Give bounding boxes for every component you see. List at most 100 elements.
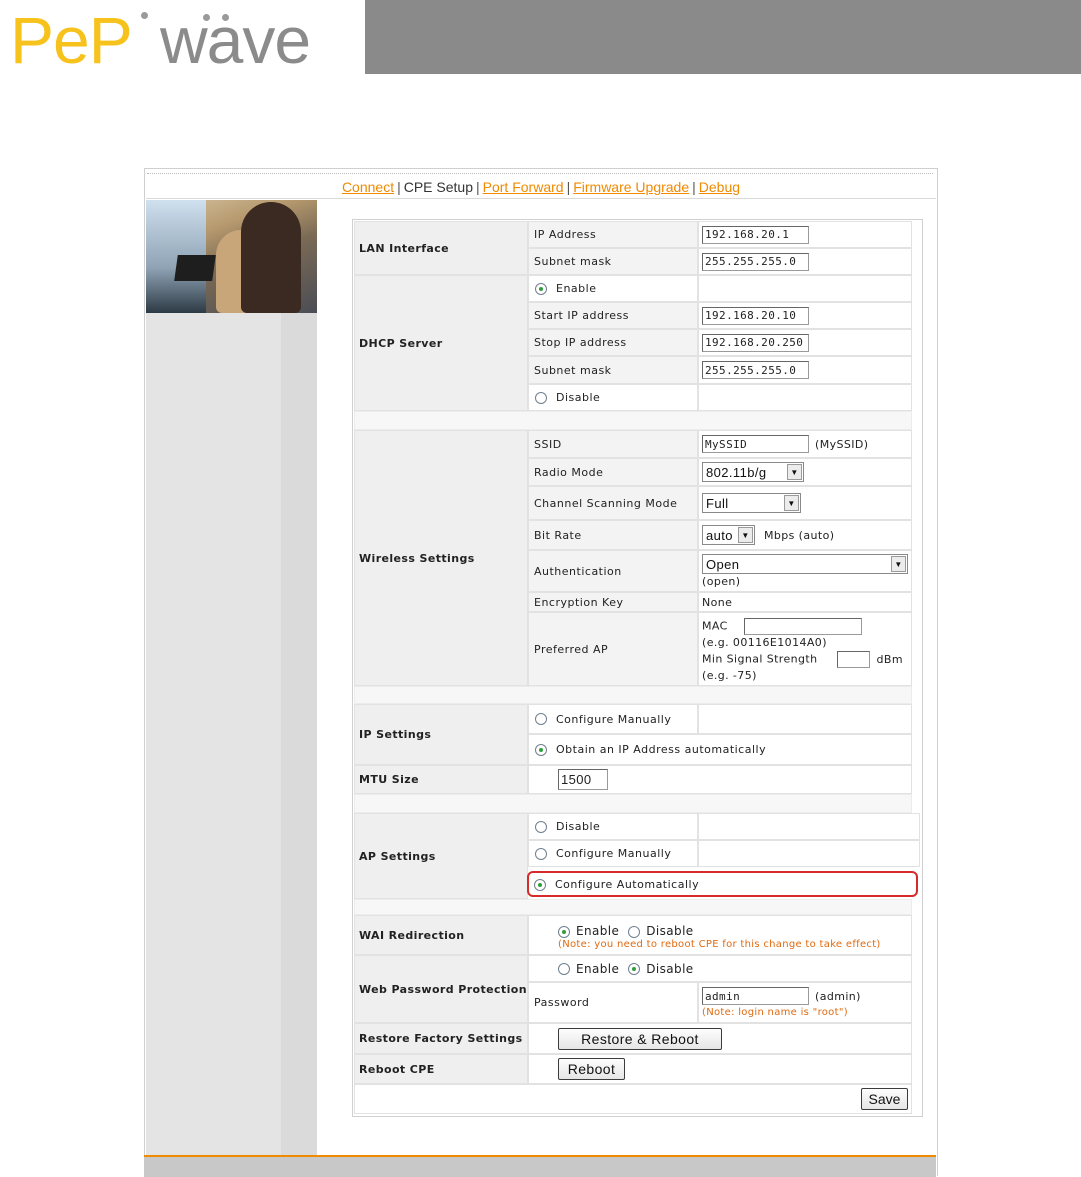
cpe-setup-panel: Connect | CPE Setup | Port Forward | Firmware … (144, 168, 938, 1176)
lan-ip-input[interactable]: 192.168.20.1 (702, 225, 809, 244)
authentication-hint: (open) (702, 575, 741, 588)
ssid-label: SSID (528, 430, 698, 458)
section-gap (354, 411, 912, 430)
ssid-input[interactable]: MySSID (702, 435, 809, 453)
channel-scanning-value: Full (706, 495, 729, 511)
nav-cpe-setup-current: CPE Setup (403, 179, 473, 195)
ip-manual-label: Configure Manually (556, 712, 672, 726)
header-bar (365, 0, 1081, 74)
bit-rate-select[interactable]: auto ▼ (702, 525, 755, 545)
web-pw-enable-label: Enable (576, 961, 620, 976)
nav-port-forward[interactable]: Port Forward (483, 179, 564, 195)
ip-auto-label: Obtain an IP Address automatically (556, 743, 767, 756)
encryption-key-value: None (698, 592, 912, 612)
wai-enable-label: Enable (576, 924, 620, 938)
people-photo (146, 200, 317, 313)
bit-rate-hint: Mbps (auto) (764, 528, 835, 542)
signal-hint: (e.g. -75) (702, 669, 757, 682)
nav-firmware-upgrade[interactable]: Firmware Upgrade (573, 179, 689, 195)
web-pw-enable-radio[interactable] (558, 962, 570, 975)
nav-divider (147, 173, 933, 174)
chevron-down-icon: ▼ (787, 464, 802, 480)
wai-disable-radio[interactable] (628, 925, 641, 938)
min-signal-label: Min Signal Strength (702, 652, 818, 666)
mac-label: MAC (702, 619, 728, 633)
password-input[interactable]: admin (702, 987, 809, 1005)
ip-auto-radio[interactable] (535, 743, 547, 756)
footer-bar (144, 1155, 936, 1177)
preferred-ap-label: Preferred AP (528, 612, 698, 686)
dhcp-enable-radio[interactable] (535, 282, 547, 295)
dhcp-enable-label: Enable (556, 282, 597, 295)
save-button[interactable]: Save (861, 1088, 908, 1110)
mac-input[interactable] (743, 618, 862, 635)
ap-manual-label: Configure Manually (556, 847, 672, 860)
dhcp-server-label: DHCP Server (354, 275, 528, 411)
ssid-hint: (MySSID) (815, 437, 869, 451)
bit-rate-value: auto (706, 527, 733, 543)
nav-separator: | (476, 179, 480, 195)
dhcp-subnet-input[interactable]: 255.255.255.0 (702, 361, 809, 379)
section-gap (354, 686, 912, 704)
section-gap (354, 899, 912, 915)
dhcp-subnet-label: Subnet mask (528, 356, 698, 384)
highlight-box (527, 871, 918, 897)
nav-divider (146, 198, 936, 199)
wai-redirection-label: WAI Redirection (354, 915, 528, 955)
lan-subnet-input[interactable]: 255.255.255.0 (702, 252, 809, 271)
nav-separator: | (692, 179, 696, 195)
section-gap (354, 794, 912, 813)
mtu-input[interactable]: 1500 (558, 769, 608, 790)
ip-manual-radio[interactable] (535, 713, 547, 725)
start-ip-label: Start IP address (528, 302, 698, 329)
reboot-button[interactable]: Reboot (558, 1058, 625, 1080)
logo-dot (141, 12, 148, 19)
wireless-settings-label: Wireless Settings (354, 430, 528, 686)
radio-mode-value: 802.11b/g (706, 464, 767, 480)
dhcp-stop-ip-input[interactable]: 192.168.20.250 (702, 333, 809, 352)
logo-pep-text: PeP (10, 3, 133, 77)
password-label: Password (528, 982, 698, 1023)
chevron-down-icon: ▼ (784, 495, 799, 511)
ap-settings-label: AP Settings (354, 813, 528, 899)
signal-unit: dBm (876, 652, 903, 666)
min-signal-input[interactable] (837, 651, 871, 668)
wai-note: (Note: you need to reboot CPE for this c… (558, 939, 881, 950)
authentication-select[interactable]: Open ▼ (702, 554, 908, 574)
photo-person (241, 202, 301, 313)
dhcp-start-ip-input[interactable]: 192.168.20.10 (702, 306, 809, 325)
restore-reboot-button[interactable]: Restore & Reboot (558, 1027, 722, 1050)
web-pw-disable-label: Disable (646, 961, 694, 976)
left-sidebar-strip (281, 313, 317, 1176)
web-pw-disable-radio[interactable] (628, 962, 641, 975)
ap-manual-radio[interactable] (535, 847, 547, 860)
ap-disable-label: Disable (556, 820, 601, 833)
channel-scanning-select[interactable]: Full ▼ (702, 493, 801, 513)
password-hint: (admin) (815, 989, 861, 1003)
chevron-down-icon: ▼ (738, 527, 753, 543)
encryption-key-label: Encryption Key (528, 592, 698, 612)
dhcp-disable-radio[interactable] (535, 391, 547, 404)
mac-hint: (e.g. 00116E1014A0) (702, 636, 827, 649)
password-note: (Note: login name is "root") (702, 1007, 848, 1018)
dhcp-disable-label: Disable (556, 391, 601, 404)
channel-scanning-label: Channel Scanning Mode (528, 486, 698, 520)
authentication-label: Authentication (528, 550, 698, 592)
wai-disable-label: Disable (646, 924, 694, 938)
nav-separator: | (566, 179, 571, 195)
photo-laptop (174, 255, 216, 281)
radio-mode-select[interactable]: 802.11b/g ▼ (702, 462, 804, 482)
restore-factory-label: Restore Factory Settings (354, 1023, 528, 1054)
subnet-mask-label: Subnet mask (528, 248, 698, 275)
nav-debug[interactable]: Debug (699, 179, 740, 195)
mtu-size-label: MTU Size (354, 765, 528, 794)
nav-separator: | (397, 179, 401, 195)
ip-address-label: IP Address (528, 221, 698, 248)
logo-wave-text: wave (160, 3, 311, 77)
wai-enable-radio[interactable] (558, 925, 570, 938)
nav-connect[interactable]: Connect (342, 179, 394, 195)
reboot-cpe-label: Reboot CPE (354, 1054, 528, 1084)
radio-mode-label: Radio Mode (528, 458, 698, 486)
pepwave-logo: PeP wave (8, 3, 358, 77)
ap-disable-radio[interactable] (535, 820, 547, 833)
